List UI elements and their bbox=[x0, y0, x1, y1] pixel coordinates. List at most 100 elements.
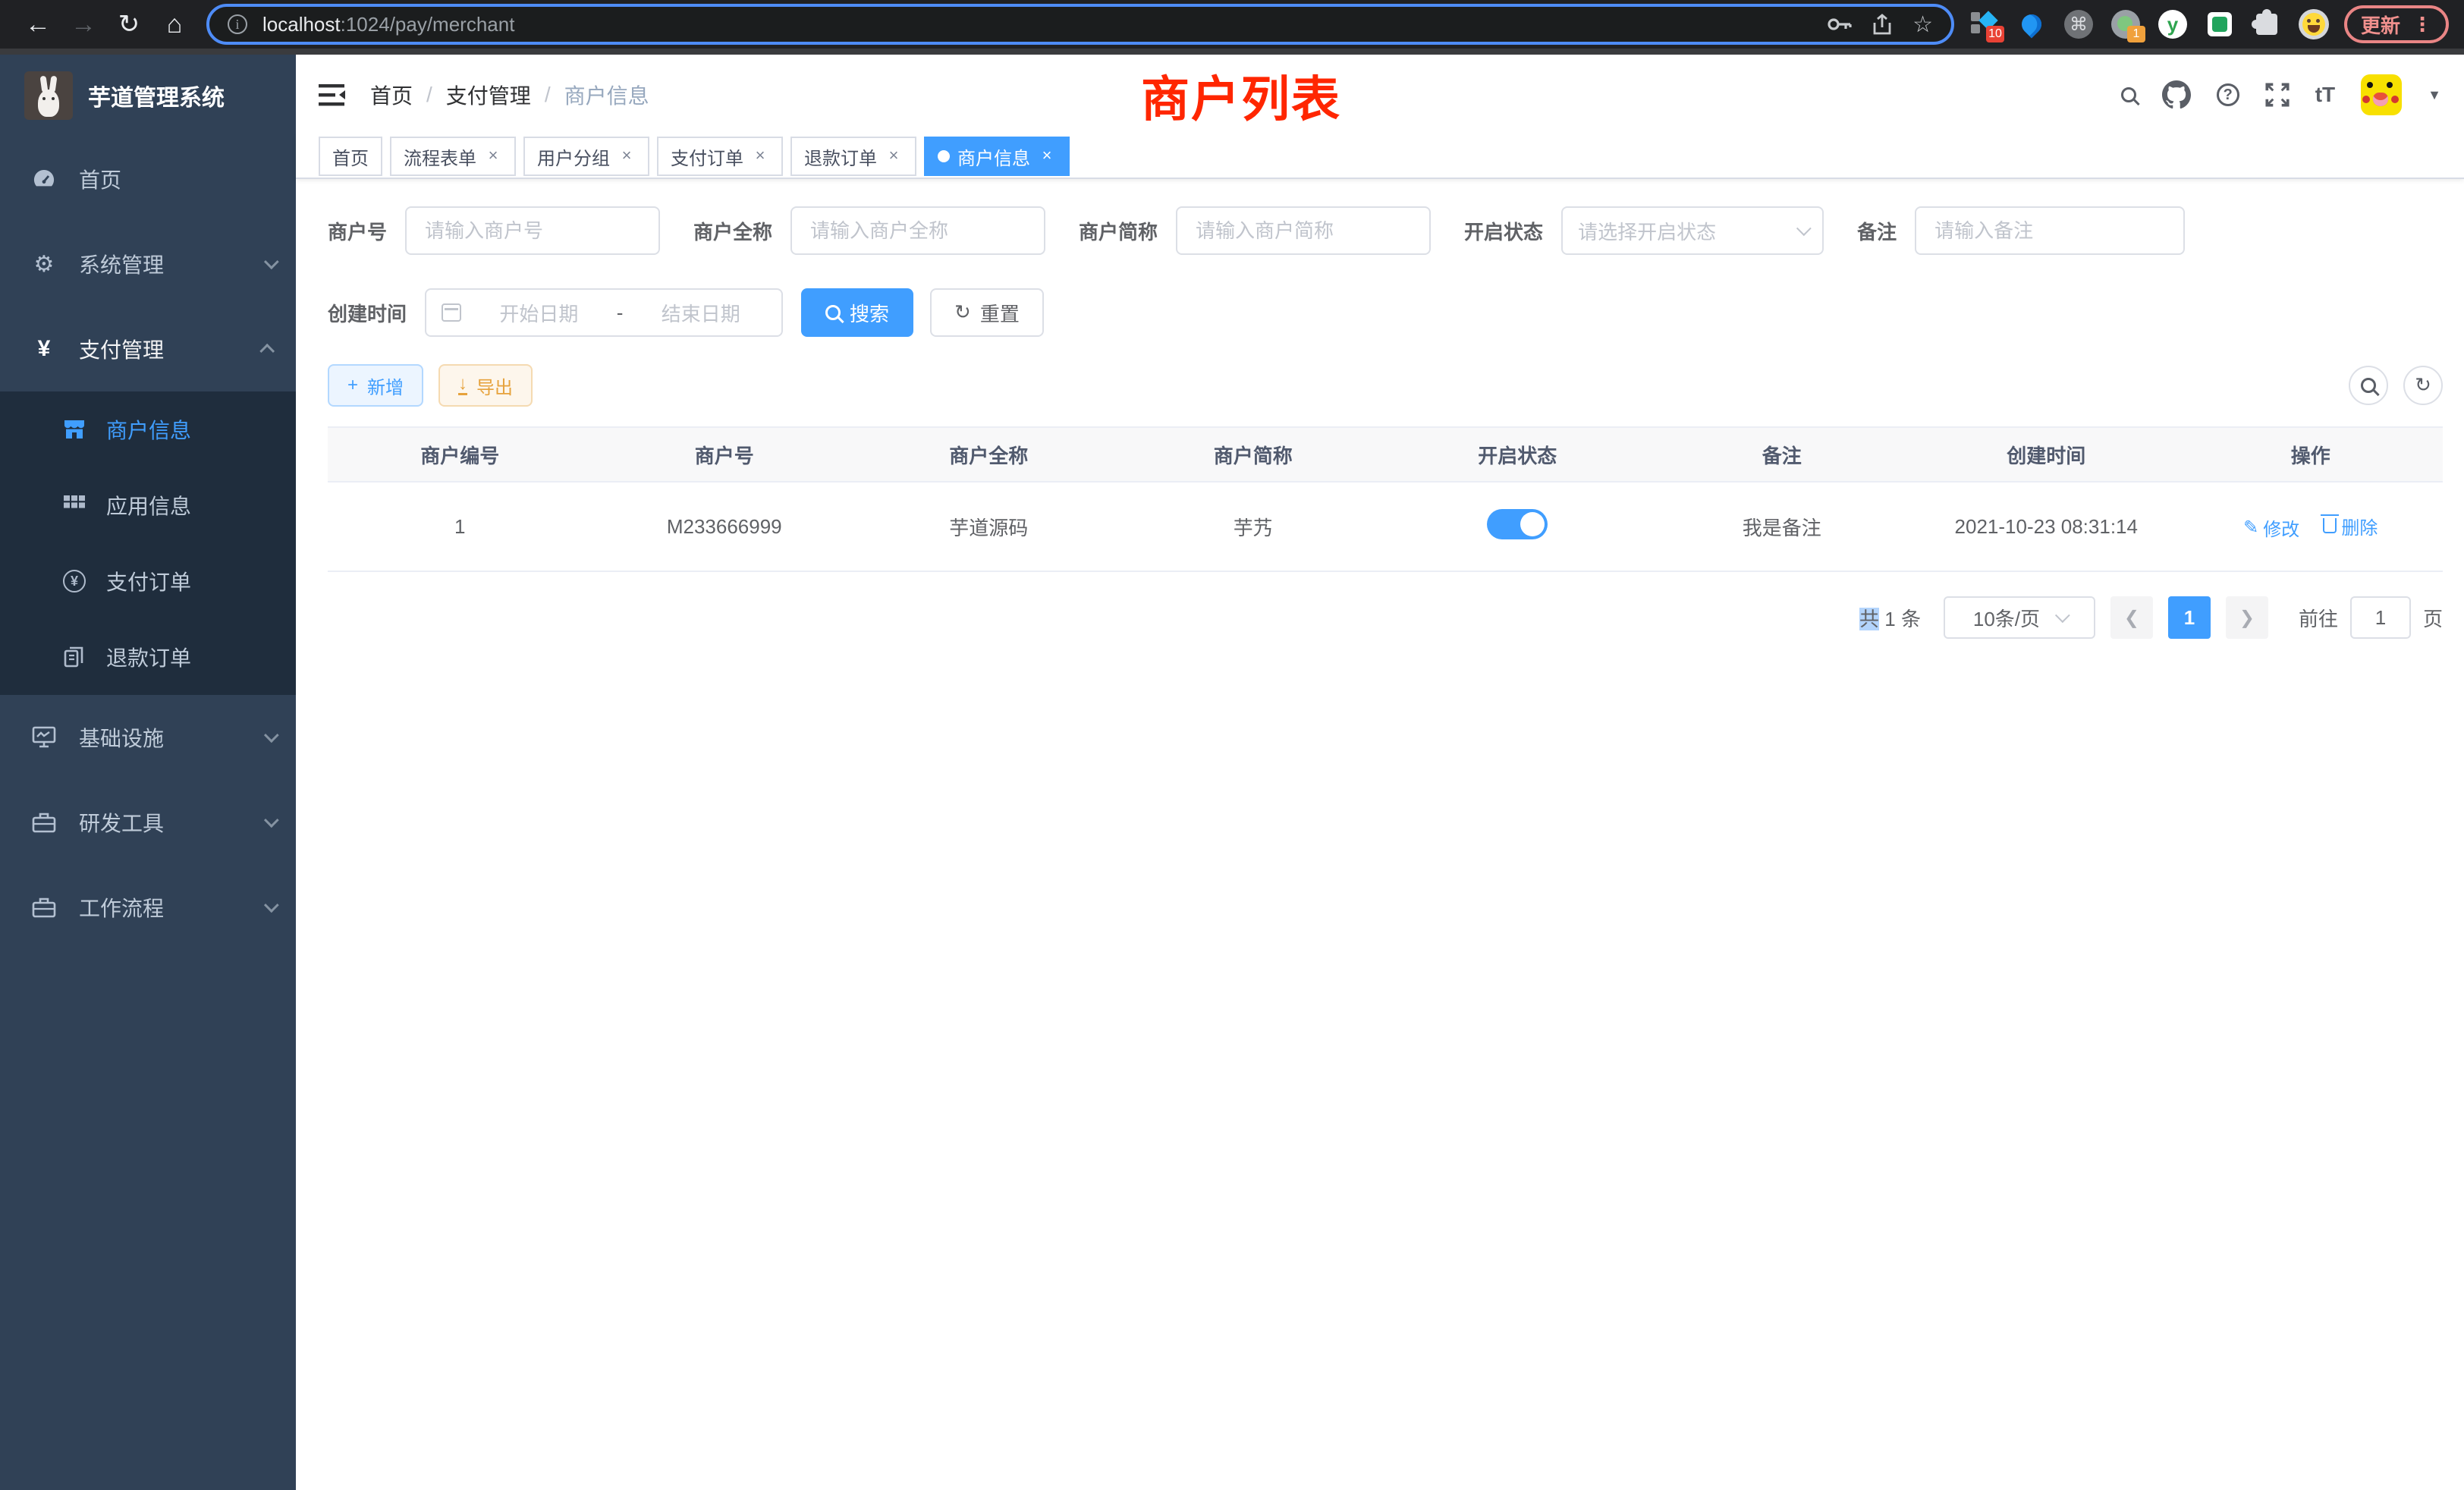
col-header-actions: 操作 bbox=[2179, 427, 2444, 482]
extension-badge: 10 bbox=[1986, 26, 2004, 42]
bookmark-star-icon[interactable]: ☆ bbox=[1912, 11, 1933, 38]
cell-id: 1 bbox=[328, 482, 592, 571]
font-size-icon[interactable]: tT bbox=[2315, 83, 2335, 107]
search-icon bbox=[2361, 378, 2376, 393]
extension-command-icon[interactable]: ⌘ bbox=[2063, 9, 2094, 39]
toggle-search-button[interactable] bbox=[2349, 366, 2388, 405]
chevron-down-icon bbox=[264, 897, 279, 913]
browser-back-icon[interactable]: ← bbox=[15, 10, 61, 39]
remark-label: 备注 bbox=[1857, 217, 1897, 245]
browser-update-button[interactable]: 更新 ⋮ bbox=[2344, 5, 2449, 43]
payment-submenu: 商户信息 应用信息 ¥ 支付订单 退款订单 bbox=[0, 391, 296, 695]
app-title: 芋道管理系统 bbox=[88, 79, 225, 112]
password-key-icon[interactable] bbox=[1828, 17, 1852, 32]
search-icon[interactable] bbox=[2121, 87, 2136, 102]
remark-input[interactable] bbox=[1915, 206, 2185, 255]
sidebar-item-workflow[interactable]: 工作流程 bbox=[0, 865, 296, 950]
page-size-select[interactable]: 10条/页 bbox=[1944, 596, 2095, 639]
caret-down-icon[interactable]: ▼ bbox=[2428, 87, 2441, 103]
close-icon[interactable]: × bbox=[885, 147, 903, 165]
sidebar-item-app-info[interactable]: 应用信息 bbox=[0, 467, 296, 543]
extension-tasks-icon[interactable]: 10 bbox=[1969, 9, 2000, 39]
sidebar-item-dev-tools[interactable]: 研发工具 bbox=[0, 780, 296, 865]
search-icon bbox=[825, 305, 841, 320]
browser-profile-avatar[interactable] bbox=[2299, 9, 2329, 39]
close-icon[interactable]: × bbox=[484, 147, 502, 165]
toolbox-icon bbox=[30, 812, 58, 833]
merchant-name-input[interactable] bbox=[790, 206, 1045, 255]
goto-page-input[interactable] bbox=[2350, 596, 2411, 639]
close-icon[interactable]: × bbox=[1038, 147, 1056, 165]
search-button[interactable]: 搜索 bbox=[801, 288, 913, 337]
workflow-icon bbox=[30, 897, 58, 918]
refresh-icon: ↻ bbox=[2415, 374, 2431, 397]
sidebar-item-pay-order[interactable]: ¥ 支付订单 bbox=[0, 543, 296, 619]
short-name-input[interactable] bbox=[1176, 206, 1431, 255]
add-button[interactable]: + 新增 bbox=[328, 364, 423, 407]
github-icon[interactable] bbox=[2162, 80, 2191, 109]
sidebar-item-home[interactable]: 首页 bbox=[0, 137, 296, 222]
extension-pin-icon[interactable] bbox=[2016, 9, 2047, 39]
end-date-placeholder: 结束日期 bbox=[635, 299, 766, 327]
page-number-1[interactable]: 1 bbox=[2168, 596, 2211, 639]
grid-icon bbox=[61, 495, 88, 515]
sidebar-collapse-icon[interactable] bbox=[319, 83, 346, 107]
status-label: 开启状态 bbox=[1464, 217, 1543, 245]
status-select[interactable]: 请选择开启状态 bbox=[1561, 206, 1824, 255]
app-logo[interactable]: 芋道管理系统 bbox=[0, 55, 296, 137]
col-header-merchant-no: 商户号 bbox=[592, 427, 857, 482]
sidebar-item-payment[interactable]: ¥ 支付管理 bbox=[0, 306, 296, 391]
reset-button[interactable]: ↻ 重置 bbox=[930, 288, 1044, 337]
status-toggle[interactable] bbox=[1487, 509, 1548, 539]
help-icon[interactable]: ? bbox=[2217, 83, 2239, 106]
active-dot bbox=[938, 150, 950, 162]
browser-forward-icon[interactable]: → bbox=[61, 10, 106, 39]
close-icon[interactable]: × bbox=[618, 147, 636, 165]
extension-green-icon[interactable] bbox=[2205, 9, 2235, 39]
gear-icon: ⚙ bbox=[30, 251, 58, 278]
tab-refund-order[interactable]: 退款订单× bbox=[790, 137, 916, 176]
page-unit-label: 页 bbox=[2423, 604, 2443, 632]
merchant-no-input[interactable] bbox=[405, 206, 660, 255]
col-header-id: 商户编号 bbox=[328, 427, 592, 482]
extension-y-icon[interactable]: y bbox=[2158, 9, 2188, 39]
breadcrumb-home[interactable]: 首页 bbox=[370, 80, 413, 110]
export-button[interactable]: ↓ 导出 bbox=[438, 364, 533, 407]
breadcrumb-payment[interactable]: 支付管理 bbox=[446, 80, 531, 110]
edit-link[interactable]: ✎修改 bbox=[2243, 514, 2299, 541]
sidebar-item-infrastructure[interactable]: 基础设施 bbox=[0, 695, 296, 780]
refresh-icon: ↻ bbox=[954, 301, 971, 324]
refresh-button[interactable]: ↻ bbox=[2403, 366, 2443, 405]
close-icon[interactable]: × bbox=[751, 147, 769, 165]
browser-home-icon[interactable]: ⌂ bbox=[152, 10, 197, 39]
tab-process-form[interactable]: 流程表单× bbox=[390, 137, 516, 176]
extension-recorder-icon[interactable]: 1 bbox=[2110, 9, 2141, 39]
tab-merchant-info[interactable]: 商户信息× bbox=[924, 137, 1070, 176]
tab-pay-order[interactable]: 支付订单× bbox=[657, 137, 783, 176]
fullscreen-icon[interactable] bbox=[2265, 83, 2290, 107]
site-info-icon[interactable]: i bbox=[228, 14, 247, 34]
create-time-range-picker[interactable]: 开始日期 - 结束日期 bbox=[425, 288, 783, 337]
chrome-bottom-strip bbox=[0, 49, 2464, 55]
tab-home[interactable]: 首页 bbox=[319, 137, 382, 176]
browser-menu-icon[interactable]: ⋮ bbox=[2412, 13, 2432, 36]
delete-link[interactable]: 删除 bbox=[2323, 513, 2378, 539]
table-row: 1 M233666999 芋道源码 芋艿 我是备注 2021-10-23 08:… bbox=[328, 482, 2443, 571]
pagination: 共 1 条 10条/页 ❮ 1 ❯ 前往 页 bbox=[328, 596, 2443, 639]
prev-page-button[interactable]: ❮ bbox=[2110, 596, 2153, 639]
sidebar-item-refund-order[interactable]: 退款订单 bbox=[0, 619, 296, 695]
chevron-down-icon bbox=[2055, 608, 2070, 623]
cell-actions: ✎修改 删除 bbox=[2179, 482, 2444, 571]
start-date-placeholder: 开始日期 bbox=[473, 299, 605, 327]
tags-view-bar: 首页 流程表单× 用户分组× 支付订单× 退款订单× 商户信息× bbox=[296, 135, 2464, 179]
share-icon[interactable] bbox=[1873, 14, 1891, 35]
address-bar[interactable]: i localhost:1024/pay/merchant ☆ bbox=[206, 4, 1954, 45]
sidebar-item-merchant-info[interactable]: 商户信息 bbox=[0, 391, 296, 467]
browser-reload-icon[interactable]: ↻ bbox=[106, 9, 152, 39]
tab-user-group[interactable]: 用户分组× bbox=[523, 137, 649, 176]
user-avatar[interactable] bbox=[2361, 74, 2402, 115]
monitor-icon bbox=[30, 726, 58, 749]
next-page-button[interactable]: ❯ bbox=[2226, 596, 2268, 639]
extensions-puzzle-icon[interactable] bbox=[2252, 9, 2282, 39]
sidebar-item-system[interactable]: ⚙ 系统管理 bbox=[0, 222, 296, 306]
